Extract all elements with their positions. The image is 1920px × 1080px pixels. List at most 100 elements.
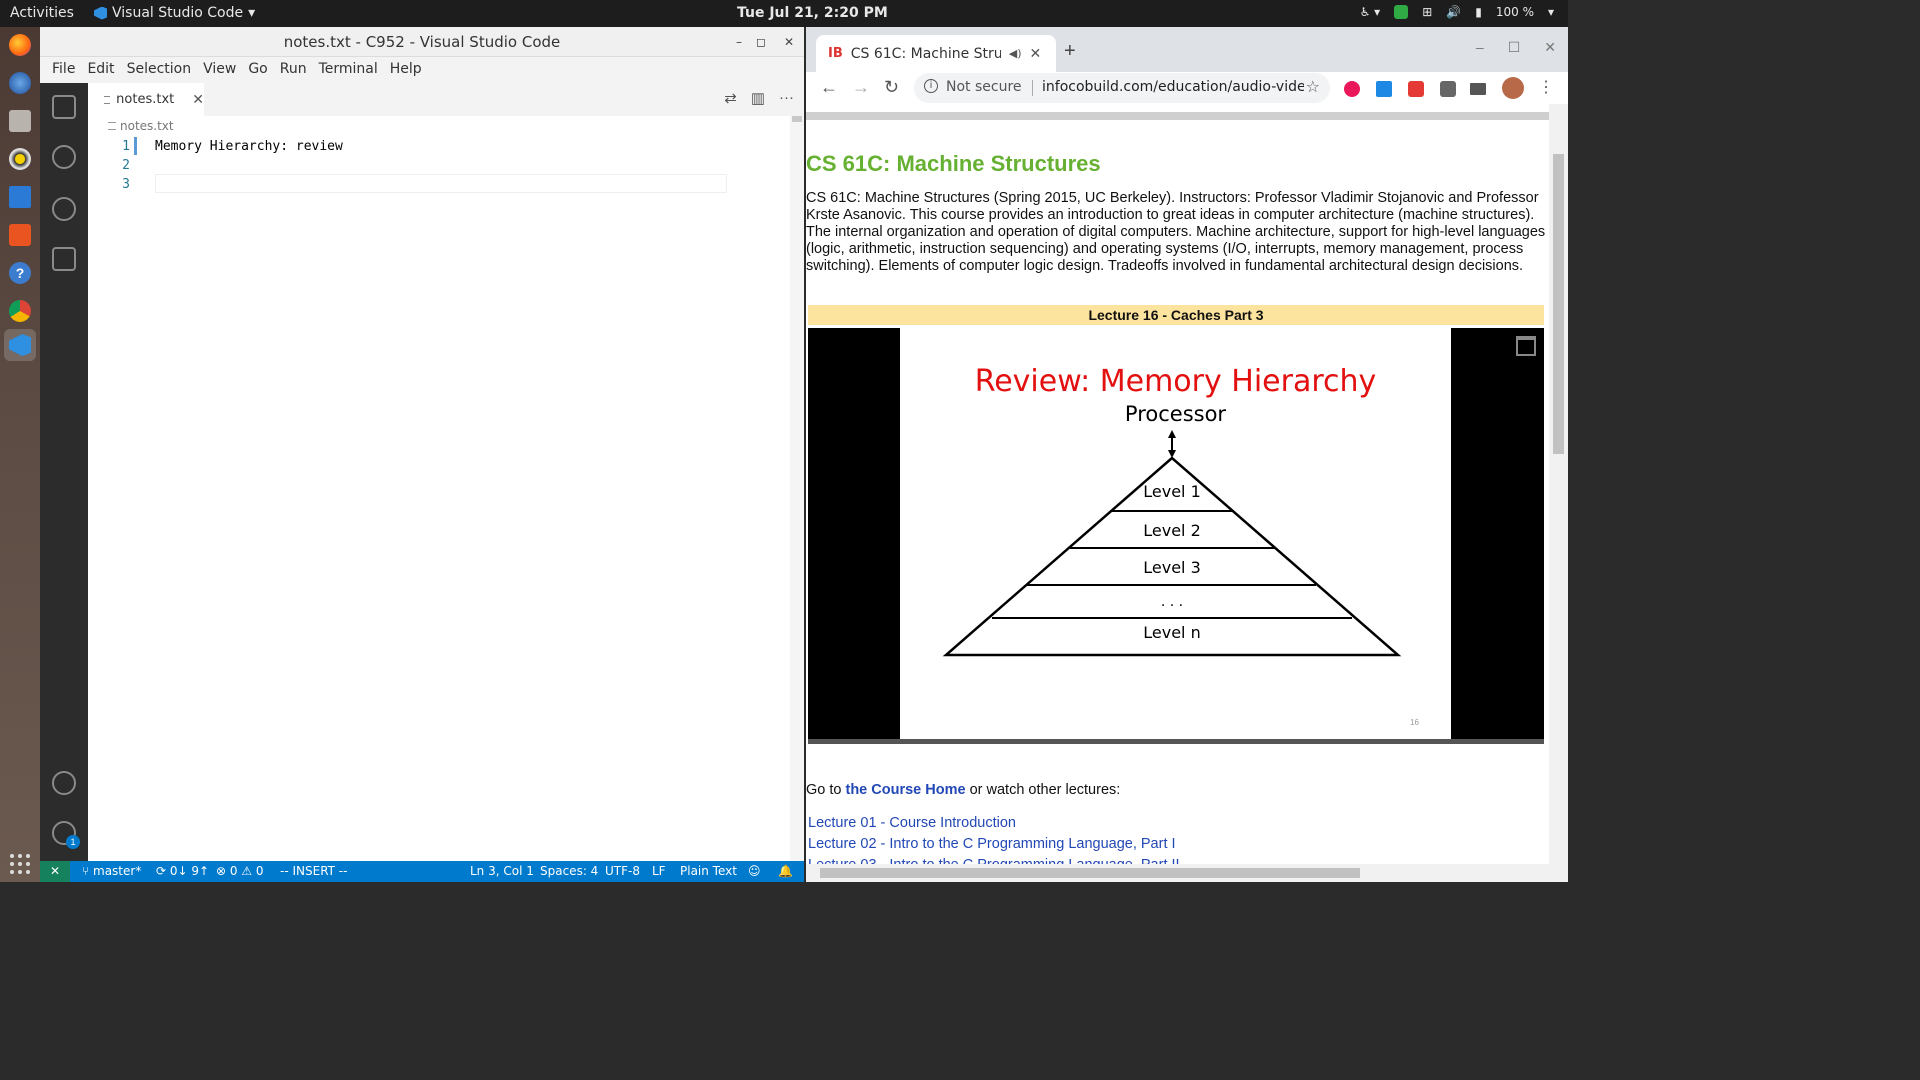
menu-help[interactable]: Help: [384, 57, 428, 83]
open-changes-icon[interactable]: ⇄: [724, 89, 737, 107]
menu-edit[interactable]: Edit: [81, 57, 120, 83]
show-applications-icon[interactable]: [10, 854, 30, 874]
address-bar[interactable]: i Not secure infocobuild.com/education/a…: [914, 73, 1330, 103]
line-endings[interactable]: LF: [652, 864, 666, 878]
source-control-icon[interactable]: [52, 197, 76, 221]
forward-arrow-icon[interactable]: →: [852, 77, 870, 98]
dock-writer[interactable]: [4, 181, 36, 213]
extension-t-icon[interactable]: [1344, 81, 1360, 97]
branch-icon: ⑂: [82, 864, 94, 878]
dock-files[interactable]: [4, 105, 36, 137]
close-tab-icon[interactable]: ✕: [192, 92, 204, 108]
back-arrow-icon[interactable]: ←: [820, 77, 838, 98]
dock-firefox[interactable]: [4, 29, 36, 61]
media-control-icon[interactable]: [1470, 83, 1486, 95]
activities-button[interactable]: Activities: [10, 5, 74, 21]
volume-icon[interactable]: 🔊: [1446, 5, 1461, 19]
dock-chrome[interactable]: [4, 295, 36, 327]
maximize-icon[interactable]: ◻: [756, 27, 766, 57]
chrome-menu-icon[interactable]: ⋮: [1538, 77, 1554, 97]
maximize-icon[interactable]: ☐: [1508, 39, 1521, 56]
dock-help[interactable]: ?: [4, 257, 36, 289]
course-home-link[interactable]: the Course Home: [846, 782, 966, 798]
remote-icon[interactable]: ✕: [40, 861, 70, 882]
close-icon[interactable]: ✕: [784, 27, 794, 57]
accessibility-icon[interactable]: ♿ ▾: [1360, 5, 1381, 19]
more-actions-icon[interactable]: ···: [779, 89, 794, 107]
problems-indicator[interactable]: ⊗ 0 ⚠ 0: [216, 864, 264, 878]
power-menu-chevron-icon[interactable]: ▾: [1548, 5, 1554, 19]
branch-name: master*: [93, 864, 142, 878]
url-text[interactable]: infocobuild.com/education/audio-vide...: [1042, 79, 1304, 95]
extensions-puzzle-icon[interactable]: [1440, 81, 1456, 97]
split-editor-icon[interactable]: ▥: [751, 89, 765, 107]
clock[interactable]: Tue Jul 21, 2:20 PM: [737, 5, 888, 21]
lecture-link[interactable]: Lecture 02 - Intro to the C Programming …: [808, 836, 1176, 852]
indentation[interactable]: Spaces: 4: [540, 864, 598, 878]
menu-selection[interactable]: Selection: [121, 57, 198, 83]
dock-rhythmbox[interactable]: [4, 143, 36, 175]
bookmark-star-icon[interactable]: ☆: [1306, 77, 1320, 96]
scrollbar-thumb[interactable]: [1553, 154, 1564, 454]
close-icon[interactable]: ✕: [1544, 39, 1556, 56]
menu-file[interactable]: File: [46, 57, 81, 83]
network-icon[interactable]: ⊞: [1422, 5, 1432, 19]
video-player[interactable]: Review: Memory Hierarchy Processor Level…: [808, 328, 1544, 744]
dock-thunderbird[interactable]: [4, 67, 36, 99]
profile-avatar[interactable]: [1502, 77, 1524, 99]
new-tab-button[interactable]: +: [1064, 40, 1076, 63]
language-mode[interactable]: Plain Text: [680, 864, 737, 878]
editor-scrollbar[interactable]: [790, 116, 804, 861]
feedback-icon[interactable]: ☺: [748, 864, 761, 878]
dock-vscode[interactable]: [4, 329, 36, 361]
security-label[interactable]: Not secure: [946, 79, 1022, 95]
video-progress-bar[interactable]: [808, 739, 1544, 744]
page-content[interactable]: CS 61C: Machine Structures CS 61C: Machi…: [806, 104, 1568, 882]
current-line-highlight[interactable]: [155, 174, 727, 193]
explorer-icon[interactable]: [52, 95, 76, 119]
dock: ?: [0, 27, 40, 882]
close-tab-icon[interactable]: ✕: [1030, 46, 1042, 62]
browser-tab[interactable]: IB CS 61C: Machine Struc ◀) ✕: [816, 35, 1056, 72]
minimize-icon[interactable]: –: [1476, 39, 1484, 56]
scrollbar-thumb[interactable]: [792, 116, 802, 122]
extension-shield-icon[interactable]: [1408, 81, 1424, 97]
run-debug-icon[interactable]: [52, 247, 76, 271]
menu-go[interactable]: Go: [242, 57, 273, 83]
tab-notes-txt[interactable]: notes.txt ✕: [88, 83, 204, 116]
search-icon[interactable]: [52, 145, 76, 169]
encoding[interactable]: UTF-8: [605, 864, 640, 878]
sync-indicator[interactable]: ⟳ 0↓ 9↑: [156, 864, 209, 878]
menu-run[interactable]: Run: [274, 57, 313, 83]
archive-icon[interactable]: [1516, 336, 1536, 356]
editor-actions: ⇄ ▥ ···: [724, 89, 794, 107]
battery-icon[interactable]: ▮: [1475, 5, 1482, 19]
vertical-scrollbar[interactable]: [1549, 104, 1568, 882]
sync-counts: 0↓ 9↑: [169, 864, 210, 878]
extension-n-icon[interactable]: [1376, 81, 1392, 97]
menu-view[interactable]: View: [197, 57, 242, 83]
branch-indicator[interactable]: ⑂ master*: [82, 864, 141, 878]
system-tray[interactable]: ♿ ▾ ⊞ 🔊 ▮ 100 % ▾: [1360, 5, 1554, 19]
notifications-bell-icon[interactable]: 🔔: [778, 864, 793, 878]
tab-label: notes.txt: [116, 92, 175, 107]
breadcrumb[interactable]: notes.txt: [108, 119, 174, 133]
horizontal-scrollbar[interactable]: [806, 864, 1549, 882]
shield-icon[interactable]: [1394, 5, 1409, 19]
lecture-link[interactable]: Lecture 01 - Course Introduction: [808, 815, 1016, 831]
breadcrumb-file[interactable]: notes.txt: [120, 119, 174, 133]
chrome-icon: [9, 300, 31, 322]
code-line[interactable]: Memory Hierarchy: review: [155, 139, 343, 154]
reload-icon[interactable]: ↻: [884, 77, 899, 98]
minimize-icon[interactable]: –: [736, 27, 742, 57]
cursor-position[interactable]: Ln 3, Col 1: [470, 864, 534, 878]
info-icon[interactable]: i: [924, 79, 938, 93]
speaker-icon[interactable]: ◀): [1009, 47, 1022, 60]
slide-number: 16: [1410, 718, 1419, 727]
editor-area[interactable]: notes.txt ✕ ⇄ ▥ ··· notes.txt 1 2 3 Memo…: [88, 83, 804, 861]
dock-software[interactable]: [4, 219, 36, 251]
accounts-icon[interactable]: [52, 771, 76, 795]
scrollbar-thumb[interactable]: [820, 868, 1360, 878]
menu-terminal[interactable]: Terminal: [313, 57, 384, 83]
app-menu[interactable]: Visual Studio Code ▾: [94, 5, 255, 21]
